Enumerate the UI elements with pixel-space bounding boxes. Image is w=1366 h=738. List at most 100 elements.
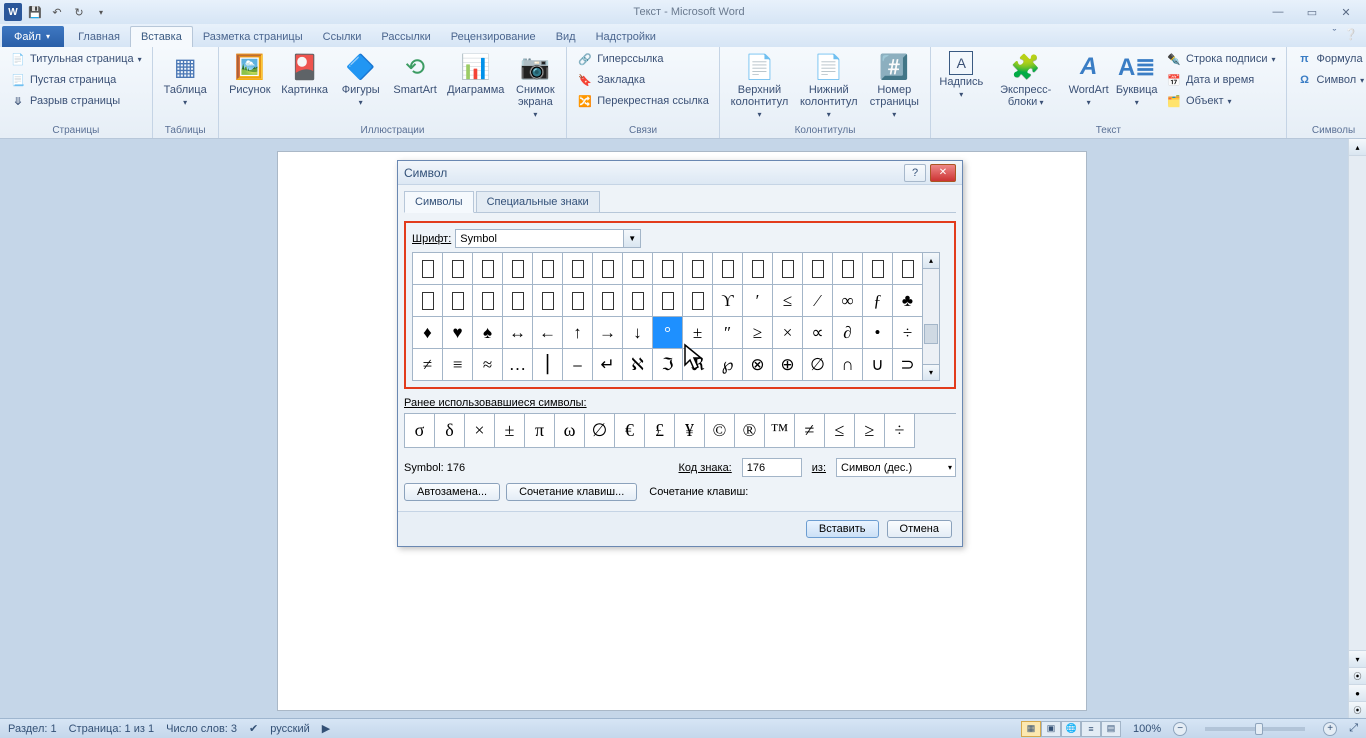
fit-icon[interactable]: ⤢ bbox=[1349, 722, 1358, 735]
symbol-cell[interactable]: ″ bbox=[713, 317, 743, 349]
symbol-cell[interactable] bbox=[413, 285, 443, 317]
symbol-cell[interactable]: ℑ bbox=[653, 349, 683, 381]
recent-symbol-cell[interactable]: ≥ bbox=[855, 414, 885, 448]
symbol-cell[interactable]: ℵ bbox=[623, 349, 653, 381]
symbol-cell[interactable] bbox=[833, 253, 863, 285]
symbol-cell[interactable]: ° bbox=[653, 317, 683, 349]
picture-button[interactable]: 🖼️Рисунок bbox=[225, 49, 275, 98]
close-button[interactable]: ✕ bbox=[1336, 4, 1356, 20]
zoom-in-button[interactable]: + bbox=[1323, 722, 1337, 736]
status-words[interactable]: Число слов: 3 bbox=[166, 723, 237, 735]
status-section[interactable]: Раздел: 1 bbox=[8, 723, 57, 735]
footer-button[interactable]: 📄Нижний колонтитул bbox=[795, 49, 862, 122]
shapes-button[interactable]: 🔷Фигуры bbox=[334, 49, 387, 110]
dialog-tab-symbols[interactable]: Символы bbox=[404, 191, 474, 213]
symbol-cell[interactable]: ♦ bbox=[413, 317, 443, 349]
maximize-button[interactable]: ▭ bbox=[1302, 4, 1322, 20]
code-input[interactable] bbox=[742, 458, 802, 477]
zoom-out-button[interactable]: − bbox=[1173, 722, 1187, 736]
recent-symbol-cell[interactable]: × bbox=[465, 414, 495, 448]
symbol-cell[interactable] bbox=[593, 285, 623, 317]
from-select[interactable]: Символ (дес.) bbox=[836, 458, 956, 477]
zoom-percent[interactable]: 100% bbox=[1133, 723, 1161, 735]
tab-mailings[interactable]: Рассылки bbox=[371, 26, 440, 47]
symbol-cell[interactable]: ↔ bbox=[503, 317, 533, 349]
macro-icon[interactable]: ▶ bbox=[322, 722, 330, 735]
grid-scroll-thumb[interactable] bbox=[924, 324, 938, 344]
symbol-cell[interactable] bbox=[563, 285, 593, 317]
symbol-cell[interactable]: ′ bbox=[743, 285, 773, 317]
dropcap-button[interactable]: A≣Буквица bbox=[1113, 49, 1160, 110]
symbol-cell[interactable]: ≥ bbox=[743, 317, 773, 349]
symbol-cell[interactable] bbox=[533, 253, 563, 285]
symbol-cell[interactable]: ∂ bbox=[833, 317, 863, 349]
chevron-down-icon[interactable]: ▼ bbox=[623, 230, 640, 247]
tab-review[interactable]: Рецензирование bbox=[441, 26, 546, 47]
table-button[interactable]: ▦ Таблица bbox=[159, 49, 212, 110]
grid-scroll-up-icon[interactable]: ▴ bbox=[923, 253, 939, 269]
symbol-cell[interactable]: ℘ bbox=[713, 349, 743, 381]
view-fullscreen[interactable]: ▣ bbox=[1041, 721, 1061, 737]
hyperlink-button[interactable]: 🔗Гиперссылка bbox=[573, 49, 713, 69]
symbol-cell[interactable]: ♥ bbox=[443, 317, 473, 349]
symbol-button[interactable]: ΩСимвол bbox=[1293, 70, 1366, 90]
clipart-button[interactable]: 🎴Картинка bbox=[277, 49, 332, 98]
textbox-button[interactable]: AНадпись bbox=[937, 49, 985, 102]
header-button[interactable]: 📄Верхний колонтитул bbox=[726, 49, 793, 122]
browse-object-icon[interactable]: ● bbox=[1349, 684, 1366, 701]
tab-addins[interactable]: Надстройки bbox=[586, 26, 666, 47]
symbol-cell[interactable] bbox=[623, 253, 653, 285]
recent-symbol-cell[interactable]: ≠ bbox=[795, 414, 825, 448]
symbol-cell[interactable]: ± bbox=[683, 317, 713, 349]
symbol-cell[interactable] bbox=[443, 253, 473, 285]
wordart-button[interactable]: AWordArt bbox=[1066, 49, 1111, 110]
recent-symbol-cell[interactable]: ∅ bbox=[585, 414, 615, 448]
status-language[interactable]: русский bbox=[270, 723, 309, 735]
quickparts-button[interactable]: 🧩Экспресс-блоки bbox=[987, 49, 1063, 110]
crossref-button[interactable]: 🔀Перекрестная ссылка bbox=[573, 91, 713, 111]
shortcut-button[interactable]: Сочетание клавиш... bbox=[506, 483, 637, 501]
bookmark-button[interactable]: 🔖Закладка bbox=[573, 70, 713, 90]
symbol-cell[interactable] bbox=[443, 285, 473, 317]
recent-symbol-cell[interactable]: © bbox=[705, 414, 735, 448]
recent-symbol-cell[interactable]: ™ bbox=[765, 414, 795, 448]
redo-icon[interactable]: ↻ bbox=[70, 3, 88, 21]
datetime-button[interactable]: 📅Дата и время bbox=[1162, 70, 1279, 90]
symbol-cell[interactable]: ℜ bbox=[683, 349, 713, 381]
screenshot-button[interactable]: 📷Снимок экрана bbox=[510, 49, 560, 122]
symbol-cell[interactable] bbox=[863, 253, 893, 285]
qat-customize-icon[interactable]: ▾ bbox=[92, 3, 110, 21]
symbol-cell[interactable]: ♣ bbox=[893, 285, 923, 317]
dialog-tab-special[interactable]: Специальные знаки bbox=[476, 191, 600, 212]
symbol-cell[interactable] bbox=[503, 285, 533, 317]
pagenum-button[interactable]: #️⃣Номер страницы bbox=[864, 49, 924, 122]
symbol-cell[interactable]: ϒ bbox=[713, 285, 743, 317]
symbol-cell[interactable] bbox=[593, 253, 623, 285]
recent-symbol-cell[interactable]: € bbox=[615, 414, 645, 448]
symbol-cell[interactable] bbox=[803, 253, 833, 285]
view-print-layout[interactable]: ▦ bbox=[1021, 721, 1041, 737]
font-select[interactable]: Symbol ▼ bbox=[455, 229, 641, 248]
recent-symbol-cell[interactable]: ≤ bbox=[825, 414, 855, 448]
dialog-close-button[interactable]: ✕ bbox=[930, 164, 956, 182]
symbol-cell[interactable]: ⊗ bbox=[743, 349, 773, 381]
prev-page-icon[interactable]: ⦿ bbox=[1349, 667, 1366, 684]
symbol-cell[interactable]: ↵ bbox=[593, 349, 623, 381]
autocorrect-button[interactable]: Автозамена... bbox=[404, 483, 500, 501]
symbol-cell[interactable]: ≤ bbox=[773, 285, 803, 317]
tab-insert[interactable]: Вставка bbox=[130, 26, 193, 47]
status-page[interactable]: Страница: 1 из 1 bbox=[69, 723, 155, 735]
page-break-button[interactable]: ⤋Разрыв страницы bbox=[6, 91, 146, 111]
symbol-cell[interactable]: ÷ bbox=[893, 317, 923, 349]
recent-symbol-cell[interactable]: ÷ bbox=[885, 414, 915, 448]
symbol-cell[interactable] bbox=[743, 253, 773, 285]
tab-file[interactable]: Файл bbox=[2, 26, 64, 47]
symbol-cell[interactable]: ⎯ bbox=[563, 349, 593, 381]
symbol-cell[interactable]: ∅ bbox=[803, 349, 833, 381]
symbol-cell[interactable]: ≠ bbox=[413, 349, 443, 381]
symbol-cell[interactable] bbox=[563, 253, 593, 285]
sigline-button[interactable]: ✒️Строка подписи bbox=[1162, 49, 1279, 69]
tab-view[interactable]: Вид bbox=[546, 26, 586, 47]
symbol-cell[interactable] bbox=[473, 285, 503, 317]
recent-symbol-cell[interactable]: δ bbox=[435, 414, 465, 448]
